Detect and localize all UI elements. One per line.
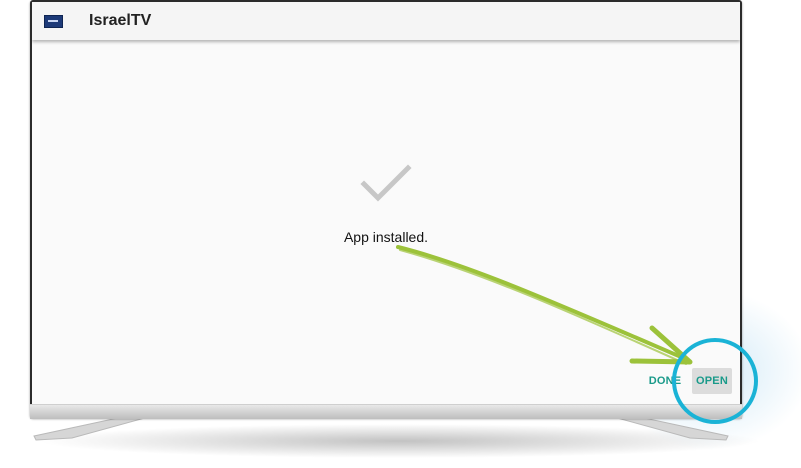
app-title: IsraelTV <box>89 12 152 29</box>
status-text: App installed. <box>343 229 429 245</box>
tv-bottom-bezel <box>30 404 742 419</box>
israeltv-app-icon <box>44 15 63 28</box>
app-bar: IsraelTV <box>32 2 740 40</box>
checkmark-icon <box>360 164 412 202</box>
highlight-circle <box>672 338 758 424</box>
tv-screen: IsraelTV App installed. DONE OPEN <box>32 2 740 404</box>
tv-stand-left <box>33 416 153 441</box>
